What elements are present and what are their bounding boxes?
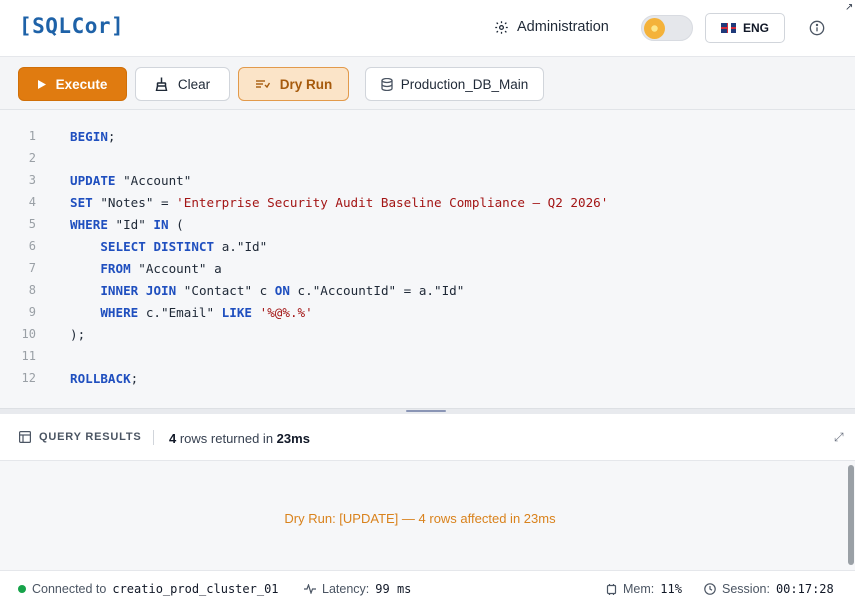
execute-button[interactable]: Execute	[18, 67, 127, 101]
results-scrollbar[interactable]	[848, 465, 854, 565]
connection-status: Connected to creatio_prod_cluster_01	[18, 582, 279, 596]
code-line: 9 WHERE c."Email" LIKE '%@%.%'	[0, 301, 855, 323]
memory-value: 11%	[660, 582, 682, 596]
language-label: ENG	[742, 21, 769, 35]
line-number: 9	[28, 305, 36, 319]
execute-label: Execute	[55, 76, 108, 92]
results-summary: 4 rows returned in 23ms	[169, 431, 310, 446]
code-line: 2	[0, 147, 855, 169]
code-text: );	[70, 326, 86, 342]
app-logo: [SQLCor]	[19, 14, 125, 38]
line-number: 6	[28, 239, 36, 253]
splitter-grip[interactable]	[406, 410, 446, 412]
line-number: 10	[21, 327, 36, 341]
pulse-icon	[304, 584, 316, 594]
line-number: 4	[28, 195, 36, 209]
session-status: Session: 00:17:28	[704, 582, 834, 596]
play-icon	[37, 79, 46, 89]
connected-label: Connected to	[32, 582, 107, 596]
session-value: 00:17:28	[775, 582, 834, 596]
latency-label: Latency:	[322, 582, 370, 596]
results-header: QUERY RESULTS 4 rows returned in 23ms ⤢	[0, 414, 855, 461]
status-bar: Connected to creatio_prod_cluster_01 Lat…	[0, 570, 855, 605]
code-text: WHERE "Id" IN (	[70, 216, 184, 232]
code-text: BEGIN;	[70, 128, 116, 144]
line-number: 2	[28, 151, 36, 165]
administration-button[interactable]: Administration	[494, 19, 609, 35]
broom-icon	[155, 77, 168, 91]
memory-label: Mem:	[623, 582, 655, 596]
clear-label: Clear	[177, 76, 211, 92]
app-header: [SQLCor] Administration ENG ↗	[0, 0, 855, 57]
code-line: 4 SET "Notes" = 'Enterprise Security Aud…	[0, 191, 855, 213]
code-text: UPDATE "Account"	[70, 172, 192, 188]
memory-status: Mem: 11%	[606, 582, 682, 596]
code-text: WHERE c."Email" LIKE '%@%.%'	[100, 304, 313, 320]
database-icon	[381, 77, 393, 91]
dry-run-label: Dry Run	[279, 76, 333, 92]
line-number: 3	[28, 173, 36, 187]
sql-editor[interactable]: 1 BEGIN; 2 3 UPDATE "Account" 4 SET "Not…	[0, 110, 855, 410]
results-title: QUERY RESULTS	[19, 431, 142, 443]
code-line: 3 UPDATE "Account"	[0, 169, 855, 191]
code-text: INNER JOIN "Contact" c ON c."AccountId" …	[100, 282, 465, 298]
code-text: ROLLBACK;	[70, 370, 139, 386]
theme-toggle[interactable]	[641, 15, 693, 41]
code-text: SET "Notes" = 'Enterprise Security Audit…	[70, 194, 609, 210]
code-text: SELECT DISTINCT a."Id"	[100, 238, 268, 254]
code-line: 5 WHERE "Id" IN (	[0, 213, 855, 235]
line-number: 12	[21, 371, 36, 385]
database-label: Production_DB_Main	[400, 76, 529, 92]
memory-icon	[606, 583, 617, 595]
line-number: 11	[21, 349, 36, 363]
code-text: FROM "Account" a	[100, 260, 222, 276]
status-dot-icon	[18, 585, 26, 593]
code-line: 11	[0, 345, 855, 367]
gear-icon	[495, 20, 508, 34]
divider	[153, 430, 154, 445]
cluster-name: creatio_prod_cluster_01	[112, 582, 279, 596]
results-title-label: QUERY RESULTS	[39, 431, 142, 443]
dry-run-button[interactable]: Dry Run	[238, 67, 349, 101]
code-line: 6 SELECT DISTINCT a."Id"	[0, 235, 855, 257]
line-number: 1	[28, 129, 36, 143]
dry-run-message: Dry Run: [UPDATE] — 4 rows affected in 2…	[284, 511, 556, 526]
code-line: 12 ROLLBACK;	[0, 367, 855, 389]
resize-corner-icon[interactable]: ↗	[845, 2, 853, 13]
code-line: 10 );	[0, 323, 855, 345]
latency-status: Latency: 99 ms	[304, 582, 411, 596]
session-label: Session:	[722, 582, 770, 596]
expand-icon[interactable]: ⤢	[834, 430, 844, 445]
code-line: 7 FROM "Account" a	[0, 257, 855, 279]
sun-icon	[644, 18, 665, 39]
database-selector[interactable]: Production_DB_Main	[365, 67, 544, 101]
toolbar: Execute Clear Dry Run Production_DB_Main	[0, 57, 855, 110]
info-icon[interactable]	[809, 20, 825, 36]
dry-run-icon	[255, 80, 270, 89]
table-icon	[19, 431, 31, 443]
line-number: 7	[28, 261, 36, 275]
line-number: 8	[28, 283, 36, 297]
results-panel: Dry Run: [UPDATE] — 4 rows affected in 2…	[0, 461, 855, 570]
code-line: 1 BEGIN;	[0, 125, 855, 147]
line-number: 5	[28, 217, 36, 231]
language-selector[interactable]: ENG	[705, 13, 785, 43]
clock-icon	[704, 583, 716, 595]
code-line: 8 INNER JOIN "Contact" c ON c."AccountId…	[0, 279, 855, 301]
administration-label: Administration	[517, 19, 609, 35]
uk-flag-icon	[720, 23, 736, 33]
latency-value: 99 ms	[375, 582, 412, 596]
clear-button[interactable]: Clear	[135, 67, 230, 101]
